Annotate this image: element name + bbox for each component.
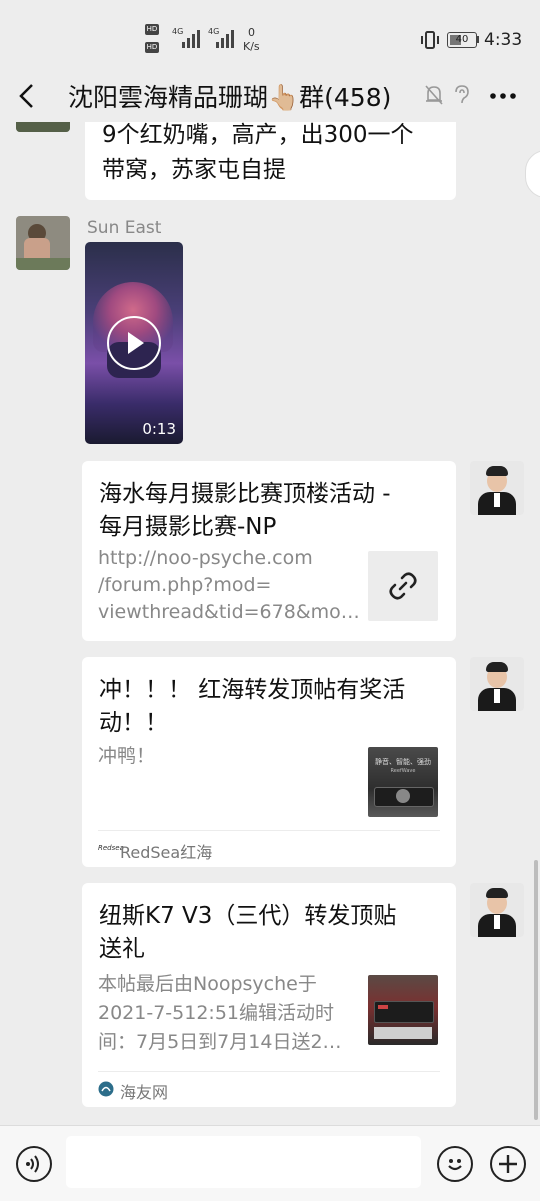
floating-action-edge[interactable]: [525, 150, 540, 198]
thumbnail-caption: ReefWave: [390, 768, 416, 774]
link-card[interactable]: 纽斯K7 V3（三代）转发顶贴 送礼 本帖最后由Noopsyche于 2021-…: [82, 883, 456, 1107]
video-message[interactable]: 0:13: [85, 242, 183, 444]
add-button[interactable]: [490, 1146, 526, 1182]
source-label: 海友网: [120, 1083, 169, 1102]
message-bubble[interactable]: 9个红奶嘴，高产，出300一个 带窝，苏家屯自提: [85, 122, 456, 200]
link-thumbnail: [368, 975, 438, 1045]
emoji-button[interactable]: [437, 1146, 473, 1182]
link-card[interactable]: 冲！！！ 红海转发顶帖有奖活 动！！ 冲鸭！ 静音、智能、强劲 ReefWave…: [82, 657, 456, 867]
earpiece-icon: [455, 85, 469, 104]
signal-icon: [182, 30, 200, 48]
mute-icon: [425, 85, 443, 105]
link-thumbnail: 静音、智能、强劲 ReefWave: [368, 747, 438, 817]
hd-badge: HD: [145, 42, 159, 53]
avatar[interactable]: [16, 216, 70, 270]
link-title-line: 纽斯K7 V3（三代）转发顶贴: [99, 903, 397, 929]
link-desc-line: http://noo-psyche.com: [98, 547, 313, 569]
plus-icon: [499, 1155, 517, 1173]
signal-icon: [216, 30, 234, 48]
message-input[interactable]: [66, 1136, 421, 1188]
clock: 4:33: [484, 30, 523, 50]
battery-icon: 40: [447, 32, 477, 48]
input-bar: [0, 1125, 540, 1201]
chat-title: 沈阳雲海精品珊瑚👆🏼群(458): [68, 83, 392, 112]
link-desc-line: /forum.php?mod=: [98, 574, 272, 596]
chat-messages[interactable]: 9个红奶嘴，高产，出300一个 带窝，苏家屯自提 Sun East 0:13 海…: [0, 122, 540, 1125]
sender-name: Sun East: [87, 218, 162, 238]
scrollbar[interactable]: [534, 860, 538, 1120]
vibrate-icon: [421, 31, 439, 49]
avatar[interactable]: [470, 657, 524, 711]
link-title-line: 动！！: [99, 710, 168, 736]
link-desc-line: 间：7月5日到7月14日送2…: [98, 1031, 342, 1053]
avatar[interactable]: [470, 883, 524, 937]
link-title-line: 海水每月摄影比赛顶楼活动 -: [99, 481, 391, 507]
link-title-line: 送礼: [99, 936, 145, 962]
message-text-line: 带窝，苏家屯自提: [102, 157, 286, 183]
haiyou-logo-icon: [98, 1081, 114, 1097]
link-title-line: 每月摄影比赛-NP: [99, 514, 277, 540]
link-desc-line: 2021-7-512:51编辑活动时: [98, 1002, 334, 1024]
link-thumbnail: [368, 551, 438, 621]
voice-button[interactable]: [16, 1146, 52, 1182]
chat-header: 沈阳雲海精品珊瑚👆🏼群(458): [0, 70, 540, 122]
net-speed-value: 0: [248, 26, 255, 39]
back-icon[interactable]: [16, 82, 38, 110]
link-desc-line: 冲鸭！: [98, 745, 156, 767]
emoji-icon: [448, 1159, 462, 1171]
source-divider: [98, 1071, 440, 1072]
message-text-line: 9个红奶嘴，高产，出300一个: [102, 122, 414, 148]
link-card[interactable]: 海水每月摄影比赛顶楼活动 - 每月摄影比赛-NP http://noo-psyc…: [82, 461, 456, 641]
battery-percent: 40: [455, 34, 469, 45]
voice-icon: [26, 1155, 39, 1173]
more-icon[interactable]: [489, 92, 517, 100]
thumbnail-caption: 静音、智能、强劲: [375, 758, 431, 766]
battery-cap: [477, 36, 479, 43]
net-speed-unit: K/s: [243, 40, 260, 53]
status-bar: HD HD 4G 4G 0 K/s 40 4:33: [0, 0, 540, 70]
avatar[interactable]: [470, 461, 524, 515]
hd-badge: HD: [145, 24, 159, 35]
play-icon[interactable]: [107, 316, 161, 370]
link-icon: [389, 572, 417, 600]
source-label: RedSea红海: [120, 843, 213, 862]
avatar[interactable]: [16, 122, 70, 132]
link-desc-line: viewthread&tid=678&mo…: [98, 601, 360, 623]
source-divider: [98, 830, 440, 831]
link-title-line: 冲！！！ 红海转发顶帖有奖活: [99, 677, 406, 703]
video-duration: 0:13: [142, 420, 176, 438]
link-desc-line: 本帖最后由Noopsyche于: [98, 973, 317, 995]
